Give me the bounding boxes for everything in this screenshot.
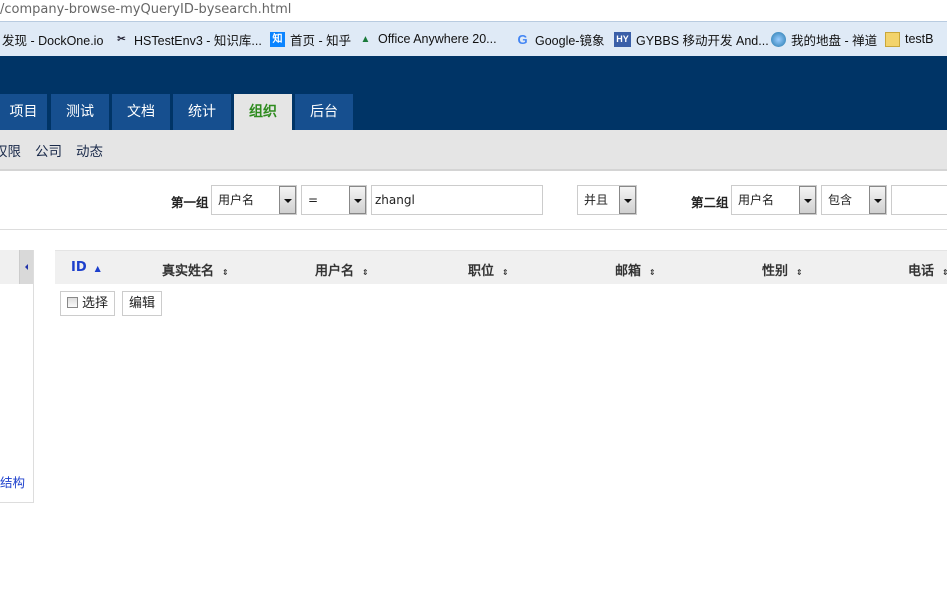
bookmark-dockone[interactable]: 发现 - DockOne.io xyxy=(2,22,103,56)
bookmark-hstestenv3[interactable]: ✂ HSTestEnv3 - 知识库... xyxy=(114,22,262,56)
chevron-down-icon xyxy=(349,186,366,214)
tab-report[interactable]: 统计 xyxy=(173,94,231,130)
column-username[interactable]: 用户名 ⇕ xyxy=(315,260,369,279)
group1-value-input[interactable]: zhangl xyxy=(371,185,543,215)
selected-value: 并且 xyxy=(584,193,609,207)
main-header: 项目 测试 文档 统计 组织 后台 xyxy=(0,56,947,130)
tab-doc[interactable]: 文档 xyxy=(112,94,170,130)
tab-project[interactable]: 项目 xyxy=(0,94,47,130)
edit-button[interactable]: 编辑 xyxy=(122,291,163,316)
bookmark-google[interactable]: G Google-镜象 xyxy=(515,22,604,56)
selected-value: 包含 xyxy=(828,193,853,207)
sub-nav: 权限 公司 动态 xyxy=(0,130,947,171)
selected-value: 用户名 xyxy=(218,193,255,207)
sort-asc-icon: ▲ xyxy=(94,264,101,273)
group2-operator-select[interactable]: 包含 xyxy=(821,185,887,215)
chevron-down-icon xyxy=(279,186,296,214)
tab-company[interactable]: 组织 xyxy=(234,94,292,130)
subnav-permission[interactable]: 权限 xyxy=(0,140,21,160)
group2-label: 第二组 xyxy=(691,195,729,210)
sort-icon: ⇕ xyxy=(502,268,509,277)
google-icon: G xyxy=(517,31,528,47)
subnav-dynamic[interactable]: 动态 xyxy=(76,140,103,160)
group1-field-select[interactable]: 用户名 xyxy=(211,185,297,215)
structure-link[interactable]: 结构 xyxy=(0,472,25,491)
column-role[interactable]: 职位 ⇕ xyxy=(468,260,509,279)
sort-icon: ⇕ xyxy=(942,268,947,277)
collapse-arrow-icon[interactable] xyxy=(19,250,33,284)
chevron-down-icon xyxy=(799,186,816,214)
bookmark-zentao[interactable]: 我的地盘 - 禅道 xyxy=(771,22,877,56)
column-gender[interactable]: 性别 ⇕ xyxy=(762,260,803,279)
bookmarks-bar: 发现 - DockOne.io ✂ HSTestEnv3 - 知识库... 知首页… xyxy=(0,21,947,56)
bookmark-label: Office Anywhere 20... xyxy=(378,32,497,46)
checkbox-icon[interactable] xyxy=(67,297,78,308)
table-header: ID ▲ 真实姓名 ⇕ 用户名 ⇕ 职位 ⇕ 邮箱 ⇕ 性别 ⇕ 电话 ⇕ xyxy=(55,250,947,284)
group1-operator-select[interactable]: = xyxy=(301,185,367,215)
column-id[interactable]: ID ▲ xyxy=(71,260,101,275)
bookmark-gybbs[interactable]: HY GYBBS 移动开发 And... xyxy=(614,22,769,56)
group2-field-select[interactable]: 用户名 xyxy=(731,185,817,215)
chevron-down-icon xyxy=(869,186,886,214)
group1-label: 第一组 xyxy=(171,195,209,210)
bookmark-label: Google-镜象 xyxy=(535,33,605,48)
select-all-label: 选择 xyxy=(82,296,109,311)
tab-test[interactable]: 测试 xyxy=(51,94,109,130)
zentao-icon xyxy=(771,31,786,47)
address-bar[interactable]: /company-browse-myQueryID-bysearch.html xyxy=(0,0,947,21)
bookmark-label: testB xyxy=(905,32,934,46)
column-realname[interactable]: 真实姓名 ⇕ xyxy=(162,260,229,279)
bookmark-label: 首页 - 知乎 xyxy=(290,33,352,48)
sidebar-panel: 结构 xyxy=(0,250,34,503)
group2-value-input[interactable] xyxy=(891,185,947,215)
hy-icon: HY xyxy=(614,31,631,47)
selected-value: = xyxy=(308,193,319,207)
office-anywhere-icon: ▲ xyxy=(360,33,371,45)
column-phone[interactable]: 电话 ⇕ xyxy=(908,260,947,279)
zhihu-icon: 知 xyxy=(270,31,285,47)
join-select[interactable]: 并且 xyxy=(577,185,637,215)
bookmark-label: 发现 - DockOne.io xyxy=(2,33,104,48)
select-all-button[interactable]: 选择 xyxy=(60,291,116,316)
sort-icon: ⇕ xyxy=(362,268,369,277)
bookmark-label: HSTestEnv3 - 知识库... xyxy=(134,33,262,48)
bookmark-zhihu[interactable]: 知首页 - 知乎 xyxy=(270,22,351,56)
sort-icon: ⇕ xyxy=(222,268,229,277)
tools-icon: ✂ xyxy=(117,33,126,45)
bookmark-label: GYBBS 移动开发 And... xyxy=(636,33,769,48)
column-email[interactable]: 邮箱 ⇕ xyxy=(615,260,656,279)
search-filter: 第一组 用户名 = zhangl 并且 第二组 用户名 包含 xyxy=(0,171,947,230)
chevron-down-icon xyxy=(619,186,636,214)
bookmark-office-anywhere[interactable]: ▲ Office Anywhere 20... xyxy=(358,22,497,56)
folder-icon xyxy=(885,31,900,47)
sort-icon: ⇕ xyxy=(796,268,803,277)
sort-icon: ⇕ xyxy=(649,268,656,277)
selected-value: 用户名 xyxy=(738,193,775,207)
bookmark-label: 我的地盘 - 禅道 xyxy=(791,33,878,48)
subnav-company[interactable]: 公司 xyxy=(35,140,62,160)
bookmark-testb[interactable]: testB xyxy=(885,22,934,56)
tab-admin[interactable]: 后台 xyxy=(295,94,353,130)
